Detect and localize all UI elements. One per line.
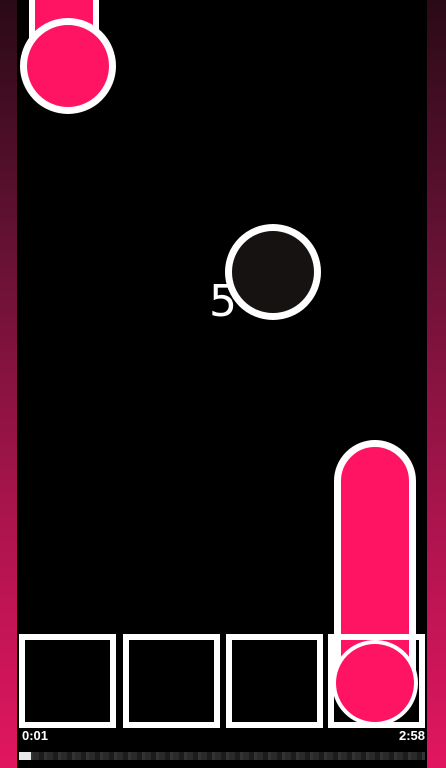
- tap-lane-2[interactable]: [123, 634, 220, 728]
- time-elapsed: 0:01: [22, 728, 49, 743]
- right-edge-gradient: [427, 0, 446, 768]
- song-progress-bar[interactable]: [19, 752, 425, 760]
- falling-note-icon: [20, 18, 116, 114]
- tap-lane-1[interactable]: [19, 634, 116, 728]
- playfield[interactable]: 5 0:01 2:58: [17, 0, 427, 768]
- tap-lane-3[interactable]: [226, 634, 323, 728]
- song-progress-fill: [19, 752, 32, 760]
- ball-icon: [225, 224, 321, 320]
- time-total: 2:58: [398, 728, 425, 743]
- left-edge-gradient: [0, 0, 17, 768]
- hold-note-icon: [332, 640, 418, 726]
- game-stage: 5 0:01 2:58: [0, 0, 446, 768]
- combo-counter: 5: [209, 276, 237, 327]
